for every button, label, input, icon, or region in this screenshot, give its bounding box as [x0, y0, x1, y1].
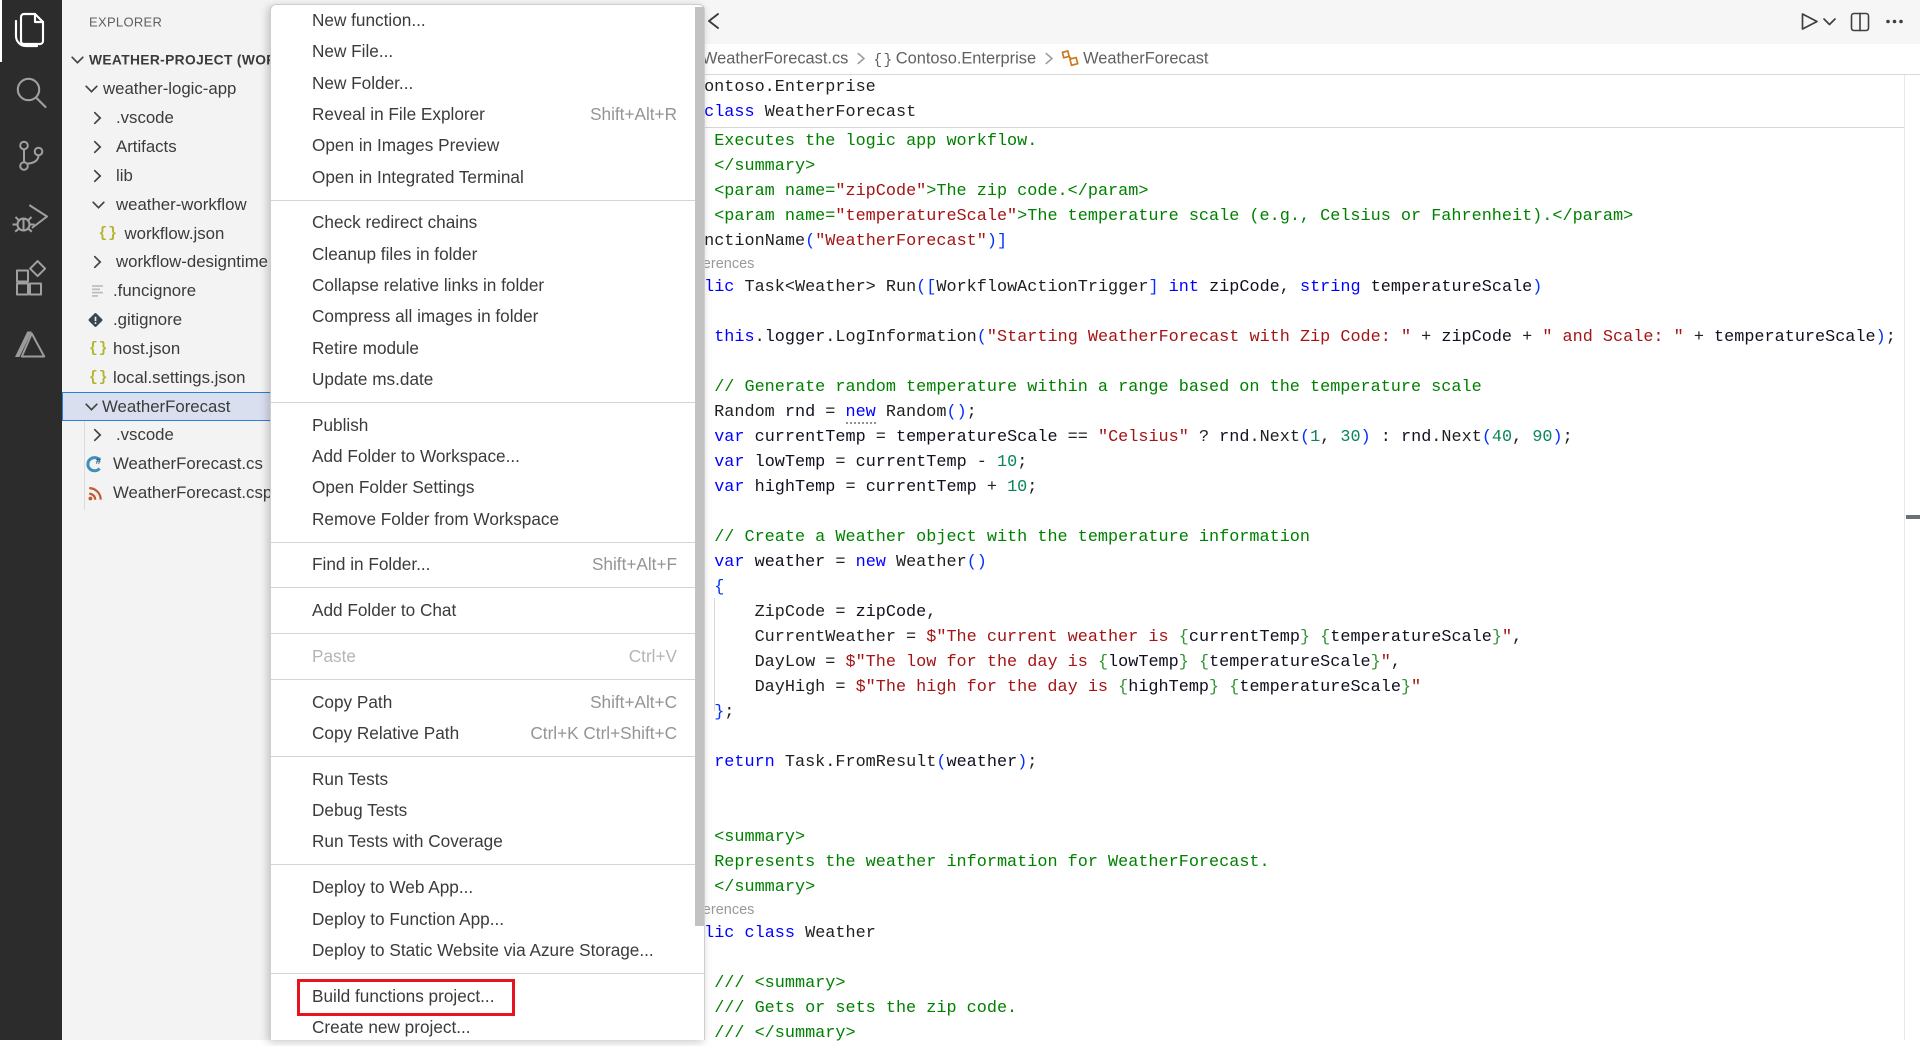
svg-text:#: #: [96, 457, 102, 468]
